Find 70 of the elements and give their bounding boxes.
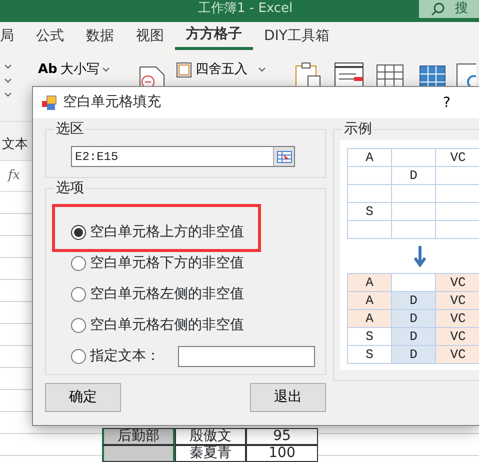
example-cell: VC <box>436 310 479 328</box>
table-cell: 95 <box>246 428 318 445</box>
dialog-button[interactable]: 确定 <box>45 383 121 412</box>
radio-button[interactable] <box>71 349 86 364</box>
example-cell <box>348 166 392 184</box>
table-cell: 秦夏青 <box>175 445 246 462</box>
example-cell: D <box>392 310 436 328</box>
formula-label: fx <box>8 167 20 186</box>
range-value: E2:E15 <box>75 148 118 166</box>
ribbon-tab[interactable]: 公式 <box>25 22 75 50</box>
group-label: 选项 <box>54 180 86 196</box>
search-icon <box>431 2 445 16</box>
example-cell <box>392 184 436 202</box>
example-cell: VC <box>436 328 479 346</box>
example-cell: D <box>392 346 436 364</box>
window-title: 工作簿1 - Excel <box>198 0 293 18</box>
example-cell: A <box>348 274 392 292</box>
ribbon-tab[interactable]: DIY工具箱 <box>253 22 340 50</box>
search-field[interactable]: 搜 <box>419 0 479 18</box>
example-cell: VC <box>436 274 479 292</box>
example-cell <box>392 202 436 220</box>
range-field[interactable]: E2:E15 <box>71 146 295 167</box>
radio-button[interactable] <box>71 256 86 271</box>
radio-button[interactable] <box>71 287 86 302</box>
example-cell: D <box>392 292 436 310</box>
table-cell: 殷傲文 <box>175 428 246 445</box>
radio-button[interactable] <box>71 225 86 240</box>
radio-button[interactable] <box>71 318 86 333</box>
example-cell: VC <box>436 346 479 364</box>
example-cell <box>392 148 436 166</box>
example-cell <box>392 220 436 238</box>
table-cell: 100 <box>246 445 318 462</box>
group-label: 示例 <box>342 121 374 137</box>
option-label[interactable]: 指定文本： <box>90 346 160 367</box>
range-picker-button[interactable] <box>273 147 294 166</box>
example-cell: S <box>348 202 392 220</box>
example-cell: VC <box>436 148 479 166</box>
option-label[interactable]: 空白单元格左侧的非空值 <box>90 284 244 305</box>
example-cell: A <box>348 310 392 328</box>
example-cell: D <box>392 166 436 184</box>
example-cell: VC <box>436 292 479 310</box>
example-cell: S <box>348 346 392 364</box>
ribbon-tab[interactable]: 数据 <box>75 22 125 50</box>
dialog-title: 空白单元格填充 <box>63 93 161 112</box>
range-picker-icon <box>276 150 292 162</box>
help-button[interactable]: ? <box>443 93 450 114</box>
example-cell: A <box>348 148 392 166</box>
group-label: 选区 <box>54 121 86 137</box>
name-box-text: 文本 <box>2 136 28 154</box>
caret-icon <box>102 66 110 73</box>
option-label[interactable]: 空白单元格上方的非空值 <box>90 222 244 243</box>
table-cell: 后勤部 <box>102 428 175 445</box>
text-field[interactable] <box>178 346 315 367</box>
app-icon <box>41 94 57 110</box>
example-cell <box>348 220 392 238</box>
ribbon-tab[interactable]: 视图 <box>125 22 175 50</box>
example-cell: D <box>392 328 436 346</box>
dialog-button[interactable]: 退出 <box>250 383 326 412</box>
option-label[interactable]: 空白单元格下方的非空值 <box>90 253 244 274</box>
example-cell <box>348 184 392 202</box>
example-cell: S <box>348 328 392 346</box>
down-arrow-icon <box>413 245 427 267</box>
caret-icon <box>258 66 266 73</box>
grid-icon <box>176 62 192 78</box>
option-label[interactable]: 空白单元格右侧的非空值 <box>90 315 244 336</box>
case-button[interactable]: Ab 大小写 <box>34 58 114 82</box>
round-button[interactable]: 四舍五入 <box>172 58 270 82</box>
ribbon-tab[interactable]: 局 <box>0 22 25 50</box>
example-cell: A <box>348 292 392 310</box>
search-text: 搜 <box>455 0 468 18</box>
